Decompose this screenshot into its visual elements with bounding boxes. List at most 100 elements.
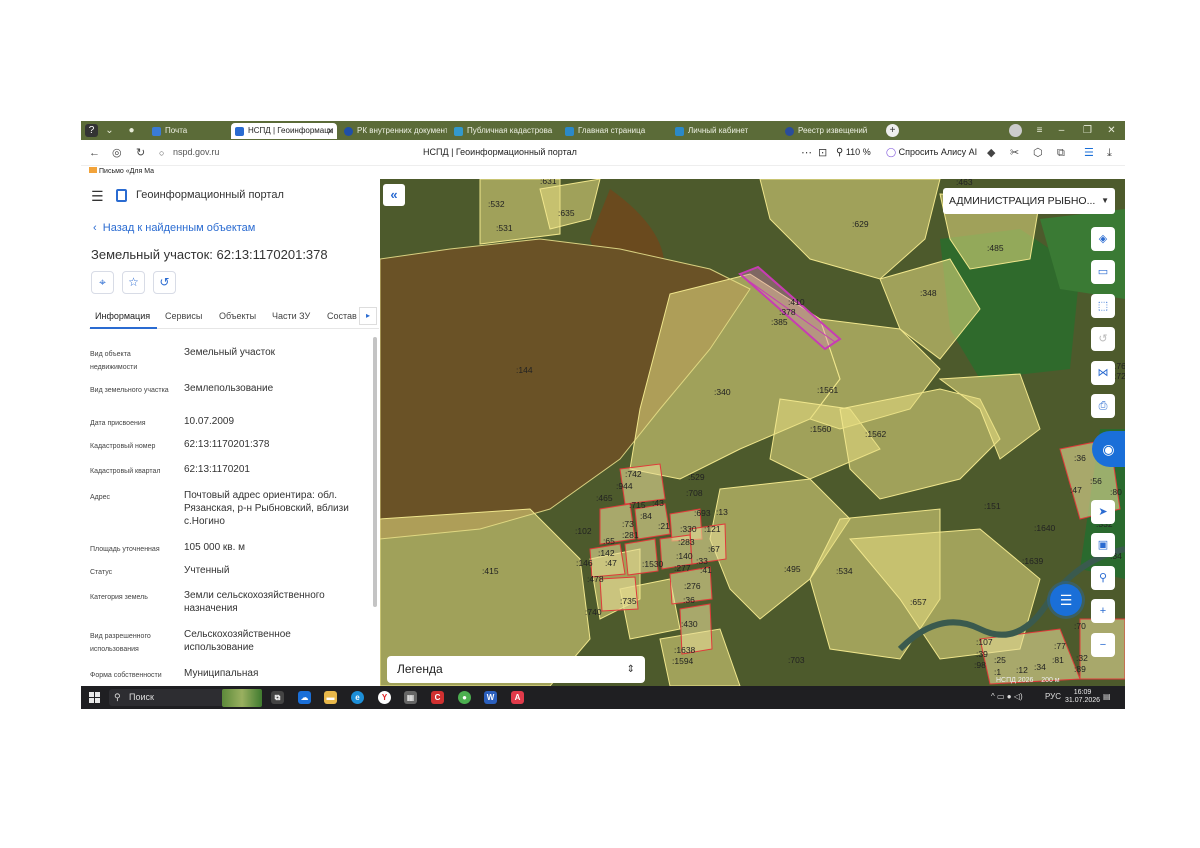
collapse-panel-button[interactable]: « bbox=[383, 184, 405, 206]
extension-icon[interactable]: ✂ bbox=[1010, 146, 1019, 160]
task-view-icon[interactable]: ⧉ bbox=[271, 691, 284, 704]
word-icon[interactable]: W bbox=[484, 691, 497, 704]
acrobat-icon[interactable]: A bbox=[511, 691, 524, 704]
tab-mail[interactable]: Почта bbox=[148, 123, 228, 139]
info-value: Землепользование bbox=[184, 383, 274, 394]
panel-scrollbar[interactable] bbox=[373, 337, 377, 607]
windows-start-icon[interactable] bbox=[89, 692, 100, 703]
tab-public-cadastre[interactable]: Публичная кадастрова bbox=[450, 123, 558, 139]
zoom-level[interactable]: ⚲ 110 % bbox=[836, 147, 871, 158]
search-map-button[interactable]: ⚲ bbox=[1091, 566, 1115, 590]
zoom-out-button[interactable]: − bbox=[1091, 633, 1115, 657]
info-value: Земли сельскохозяйственного назначения bbox=[184, 590, 325, 614]
locate-on-map-button[interactable]: ⌖ bbox=[91, 271, 114, 294]
close-tab-icon[interactable]: ✕ bbox=[326, 123, 334, 139]
history-map-button[interactable]: ↺ bbox=[1091, 327, 1115, 351]
chat-button[interactable]: ☰ bbox=[1050, 584, 1082, 616]
close-window-icon[interactable]: ✕ bbox=[1105, 124, 1118, 137]
svg-text::47: :47 bbox=[605, 558, 617, 568]
site-info-icon[interactable]: ○ bbox=[159, 146, 164, 160]
bookmarks-bar: Письмо «Для Ма bbox=[81, 166, 1125, 179]
tab-main-page[interactable]: Главная страница bbox=[561, 123, 668, 139]
svg-text::430: :430 bbox=[681, 619, 698, 629]
favorite-star-button[interactable]: ☆ bbox=[122, 271, 145, 294]
url-field[interactable]: nspd.gov.ru bbox=[173, 147, 219, 157]
menu-icon[interactable]: ≡ bbox=[1033, 124, 1046, 137]
svg-text::140: :140 bbox=[676, 551, 693, 561]
hamburger-menu-icon[interactable]: ☰ bbox=[91, 188, 104, 205]
svg-text::43: :43 bbox=[652, 498, 664, 508]
extension-icon[interactable]: ⬡ bbox=[1033, 146, 1043, 160]
language-indicator[interactable]: РУС bbox=[1045, 692, 1061, 701]
info-value: 62:13:1170201 bbox=[184, 464, 250, 475]
reload-icon[interactable]: ↻ bbox=[136, 146, 145, 160]
zoom-in-button[interactable]: + bbox=[1091, 599, 1115, 623]
feedback-tab[interactable]: ◉ bbox=[1092, 431, 1125, 467]
svg-text::742: :742 bbox=[625, 469, 642, 479]
extension-icon[interactable]: ⧉ bbox=[1057, 146, 1065, 160]
shield-icon[interactable]: ◎ bbox=[112, 146, 122, 160]
extension-icon[interactable]: ☰ bbox=[1084, 146, 1094, 160]
chevron-down-icon[interactable]: ⌄ bbox=[103, 124, 116, 137]
svg-text::708: :708 bbox=[686, 488, 703, 498]
info-label: Адрес bbox=[90, 494, 111, 501]
extension-icon[interactable]: ◆ bbox=[987, 146, 995, 160]
tab-notices-registry[interactable]: Реестр извещений bbox=[781, 123, 881, 139]
app-icon[interactable]: ▦ bbox=[404, 691, 417, 704]
print-button[interactable]: ⎙ bbox=[1091, 394, 1115, 418]
app-icon[interactable]: ☁ bbox=[298, 691, 311, 704]
info-label: Кадастровый квартал bbox=[90, 468, 161, 475]
tray-icons[interactable]: ^ ▭ ● ◁) bbox=[991, 692, 1023, 701]
file-explorer-icon[interactable]: ▬ bbox=[324, 691, 337, 704]
svg-text::25: :25 bbox=[994, 655, 1006, 665]
back-to-results-link[interactable]: ‹ Назад к найденным объектам bbox=[93, 222, 255, 234]
info-label: Вид земельного участка bbox=[90, 387, 169, 394]
admin-select[interactable]: АДМИНИСТРАЦИЯ РЫБНО... ▼ bbox=[943, 188, 1115, 214]
pinned-tab-icon[interactable]: ● bbox=[125, 124, 138, 137]
tab-personal-cabinet[interactable]: Личный кабинет bbox=[671, 123, 778, 139]
ruler-button[interactable]: ▭ bbox=[1091, 260, 1115, 284]
ask-alice-button[interactable]: ◯ Спросить Алису AI bbox=[886, 147, 977, 158]
restore-icon[interactable]: ❐ bbox=[1081, 124, 1094, 137]
svg-text::276: :276 bbox=[684, 581, 701, 591]
notifications-icon[interactable]: ▤ bbox=[1103, 692, 1111, 701]
basemap-button[interactable]: ▣ bbox=[1091, 533, 1115, 557]
page-title: НСПД | Геоинформационный портал bbox=[423, 147, 577, 157]
new-tab-button[interactable]: + bbox=[886, 124, 899, 137]
svg-text::1: :1 bbox=[994, 667, 1001, 677]
share-button[interactable]: ⋈ bbox=[1091, 361, 1115, 385]
edge-icon[interactable]: e bbox=[351, 691, 364, 704]
tab-composition[interactable]: Состав bbox=[327, 311, 357, 321]
tab-parts[interactable]: Части ЗУ bbox=[272, 311, 310, 321]
map-view[interactable]: :631 :532 :635 :531 :629 :463 :485 :410 … bbox=[380, 179, 1125, 686]
bookmark-icon[interactable]: ⊡ bbox=[818, 146, 827, 160]
legend-dropdown[interactable]: Легенда ⇕ bbox=[387, 656, 645, 683]
back-arrow-icon[interactable]: ← bbox=[89, 146, 100, 160]
yandex-browser-icon[interactable]: Y bbox=[378, 691, 391, 704]
tabs-scroll-right-button[interactable]: ▸ bbox=[359, 307, 377, 325]
select-area-button[interactable]: ⬚ bbox=[1091, 294, 1115, 318]
history-button[interactable]: ↺ bbox=[153, 271, 176, 294]
bookmark-item[interactable]: Письмо «Для Ма bbox=[89, 167, 154, 175]
tab-info[interactable]: Информация bbox=[95, 311, 150, 321]
info-label: Статус bbox=[90, 569, 113, 576]
geolocation-button[interactable]: ➤ bbox=[1091, 500, 1115, 524]
tab-rk-docs[interactable]: РК внутренних документ bbox=[340, 123, 447, 139]
clock[interactable]: 16:09 31.07.2026 bbox=[1065, 689, 1100, 705]
more-icon[interactable]: ⋯ bbox=[801, 146, 812, 160]
minimize-icon[interactable]: – bbox=[1055, 124, 1068, 137]
svg-text::529: :529 bbox=[688, 472, 705, 482]
app-icon[interactable]: C bbox=[431, 691, 444, 704]
layers-button[interactable]: ◈ bbox=[1091, 227, 1115, 251]
tab-services[interactable]: Сервисы bbox=[165, 311, 202, 321]
svg-text::415: :415 bbox=[482, 566, 499, 576]
profile-avatar[interactable] bbox=[1009, 124, 1022, 137]
map-canvas[interactable]: :631 :532 :635 :531 :629 :463 :485 :410 … bbox=[380, 179, 1125, 686]
app-icon[interactable]: ● bbox=[458, 691, 471, 704]
tab-nspd[interactable]: НСПД | Геоинформаци ✕ bbox=[231, 123, 337, 139]
screenshot: ? ⌄ ● Почта НСПД | Геоинформаци ✕ РК внут… bbox=[81, 121, 1125, 709]
tab-objects[interactable]: Объекты bbox=[219, 311, 256, 321]
browser-menu-icon[interactable]: ? bbox=[85, 124, 98, 137]
download-icon[interactable]: ⤓ bbox=[1107, 146, 1112, 160]
svg-text::73: :73 bbox=[622, 519, 634, 529]
